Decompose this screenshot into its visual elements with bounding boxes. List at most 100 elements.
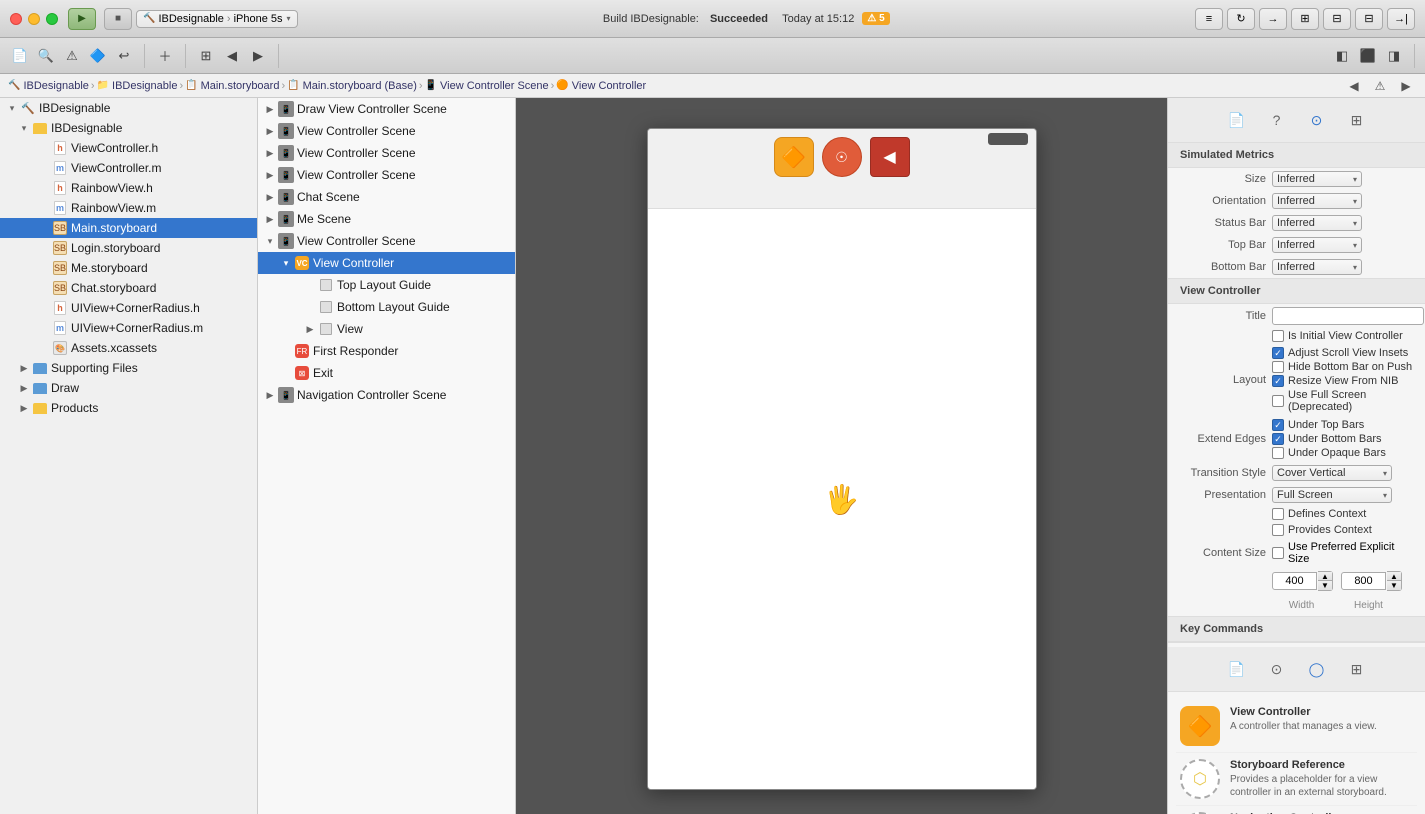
breadcrumb-vc-scene[interactable]: 📱 View Controller Scene [425,80,549,92]
width-up[interactable]: ▲ [1318,572,1332,581]
outline-bottom-layout-guide[interactable]: Bottom Layout Guide [258,296,515,318]
obj-lib-grid-btn[interactable]: ⊞ [1343,655,1371,683]
outline-vc-scene-2[interactable]: ▶ 📱 View Controller Scene [258,142,515,164]
height-down[interactable]: ▼ [1387,581,1401,590]
refresh-button[interactable]: ↻ [1227,8,1255,30]
size-select[interactable]: Inferred ▾ [1272,171,1362,187]
outline-top-layout-guide[interactable]: Top Layout Guide [258,274,515,296]
outline-nav-controller-scene[interactable]: ▶ 📱 Navigation Controller Scene [258,384,515,406]
sidebar-item-main-storyboard[interactable]: SB Main.storyboard [0,218,257,238]
sidebar-item-viewcontroller-h[interactable]: h ViewController.h [0,138,257,158]
outline-view-controller[interactable]: ▾ VC View Controller [258,252,515,274]
add-button[interactable]: ＋ [153,44,177,68]
top-bar-select[interactable]: Inferred ▾ [1272,237,1362,253]
height-stepper[interactable]: ▲ ▼ [1387,571,1402,591]
outline-exit[interactable]: ⊠ Exit [258,362,515,384]
use-full-screen-checkbox[interactable] [1272,395,1284,407]
sidebar-item-uiview-h[interactable]: h UIView+CornerRadius.h [0,298,257,318]
inspector-file-btn[interactable]: 📄 [1223,106,1251,134]
sidebar-item-assets[interactable]: 🎨 Assets.xcassets [0,338,257,358]
disclosure-products[interactable]: ▶ [16,403,32,414]
status-bar-select[interactable]: Inferred ▾ [1272,215,1362,231]
sidebar-item-root[interactable]: ▾ 🔨 IBDesignable [0,98,257,118]
sidebar-item-login-storyboard[interactable]: SB Login.storyboard [0,238,257,258]
under-bottom-bars-checkbox[interactable] [1272,433,1284,445]
is-initial-vc-checkbox[interactable] [1272,330,1284,342]
sidebar-item-me-storyboard[interactable]: SB Me.storyboard [0,258,257,278]
sidebar-item-rainbowview-m[interactable]: m RainbowView.m [0,198,257,218]
disclosure-root[interactable]: ▾ [4,103,20,114]
layout3-button[interactable]: ⊟ [1355,8,1383,30]
new-button[interactable]: 📄 [8,44,32,68]
panel-left-button[interactable]: ◧ [1330,44,1354,68]
warning-button[interactable]: ⚠ [60,44,84,68]
close-button[interactable] [10,13,22,25]
provides-context-checkbox[interactable] [1272,524,1284,536]
nav-back-button[interactable]: ≡ [1195,8,1223,30]
presentation-select[interactable]: Full Screen ▾ [1272,487,1392,503]
breadcrumb-ibdesignable2[interactable]: 📁 IBDesignable [97,80,178,92]
breadcrumb-mainstoryboard[interactable]: 📋 Main.storyboard [185,80,279,92]
outline-view[interactable]: ▶ View [258,318,515,340]
under-top-bars-checkbox[interactable] [1272,419,1284,431]
height-input[interactable] [1341,572,1386,590]
search-button[interactable]: 🔍 [34,44,58,68]
outline-chat-scene[interactable]: ▶ 📱 Chat Scene [258,186,515,208]
layout-button[interactable]: ⊞ [1291,8,1319,30]
adjust-scroll-checkbox[interactable] [1272,347,1284,359]
sidebar-item-chat-storyboard[interactable]: SB Chat.storyboard [0,278,257,298]
obj-lib-widget-btn[interactable]: ⊙ [1263,655,1291,683]
scheme-selector[interactable]: 🔨 IBDesignable › iPhone 5s ▾ [136,10,298,28]
use-preferred-explicit-size-checkbox[interactable] [1272,547,1284,559]
orientation-select[interactable]: Inferred ▾ [1272,193,1362,209]
obj-lib-file-btn[interactable]: 📄 [1223,655,1251,683]
breadcrumb-base[interactable]: 📋 Main.storyboard (Base) [287,80,417,92]
stop-button[interactable]: ■ [104,8,132,30]
sidebar-item-uiview-m[interactable]: m UIView+CornerRadius.m [0,318,257,338]
breadcrumb-forward[interactable]: ▶ [1395,75,1417,97]
width-stepper[interactable]: ▲ ▼ [1318,571,1333,591]
disclosure-draw[interactable]: ▶ [16,383,32,394]
breakpoint-button[interactable]: 🔷 [86,44,110,68]
under-opaque-bars-checkbox[interactable] [1272,447,1284,459]
layout2-button[interactable]: ⊟ [1323,8,1351,30]
layout4-button[interactable]: →| [1387,8,1415,30]
outline-draw-vc-scene[interactable]: ▶ 📱 Draw View Controller Scene [258,98,515,120]
breadcrumb-back[interactable]: ◀ [1343,75,1365,97]
transition-style-select[interactable]: Cover Vertical ▾ [1272,465,1392,481]
inspector-identity-btn[interactable]: ⊙ [1303,106,1331,134]
sidebar-item-viewcontroller-m[interactable]: m ViewController.m [0,158,257,178]
height-up[interactable]: ▲ [1387,572,1401,581]
breadcrumb-vc[interactable]: 🟠 View Controller [556,80,646,92]
resize-view-checkbox[interactable] [1272,375,1284,387]
outline-first-responder[interactable]: FR First Responder [258,340,515,362]
grid-view-button[interactable]: ⊞ [194,44,218,68]
obj-lib-circle-btn[interactable]: ◯ [1303,655,1331,683]
title-input[interactable] [1272,307,1424,325]
width-input[interactable] [1272,572,1317,590]
forward-button[interactable]: → [1259,8,1287,30]
outline-vc-scene-3[interactable]: ▶ 📱 View Controller Scene [258,164,515,186]
width-down[interactable]: ▼ [1318,581,1332,590]
sidebar-item-supporting-files[interactable]: ▶ Supporting Files [0,358,257,378]
fwd-nav-button[interactable]: ▶ [246,44,270,68]
inspector-quick-btn[interactable]: ? [1263,106,1291,134]
minimize-button[interactable] [28,13,40,25]
bottom-bar-select[interactable]: Inferred ▾ [1272,259,1362,275]
panel-bottom-button[interactable]: ⬛ [1356,44,1380,68]
breadcrumb-ibdesignable1[interactable]: 🔨 IBDesignable [8,80,89,92]
outline-vc-scene-1[interactable]: ▶ 📱 View Controller Scene [258,120,515,142]
panel-right-button[interactable]: ◨ [1382,44,1406,68]
disclosure-supporting[interactable]: ▶ [16,363,32,374]
sidebar-item-ibdesignable-group[interactable]: ▾ IBDesignable [0,118,257,138]
outline-me-scene[interactable]: ▶ 📱 Me Scene [258,208,515,230]
run-button[interactable]: ▶ [68,8,96,30]
hide-bottom-bar-checkbox[interactable] [1272,361,1284,373]
inspector-attributes-btn[interactable]: ⊞ [1343,106,1371,134]
back-nav-button[interactable]: ◀ [220,44,244,68]
warning-badge[interactable]: ⚠ 5 [862,12,889,25]
defines-context-checkbox[interactable] [1272,508,1284,520]
outline-vc-scene-expanded[interactable]: ▾ 📱 View Controller Scene [258,230,515,252]
breadcrumb-warning[interactable]: ⚠ [1369,75,1391,97]
undo-button[interactable]: ↩ [112,44,136,68]
